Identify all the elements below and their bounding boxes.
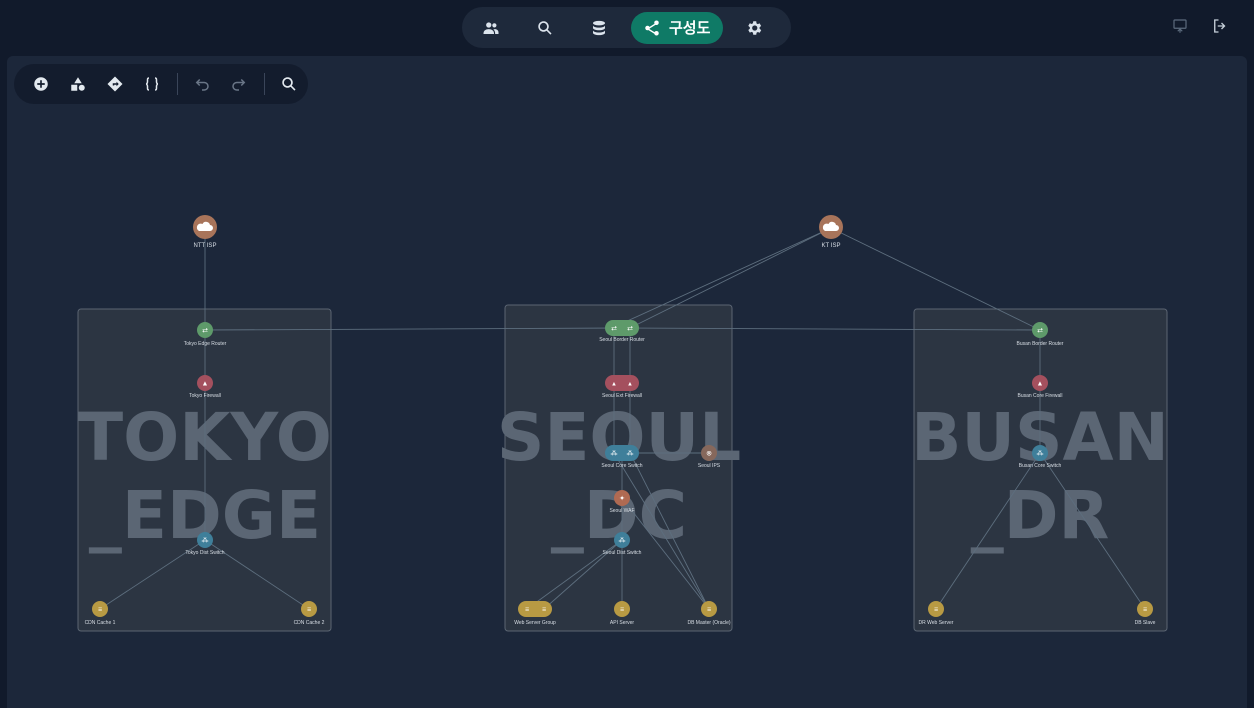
node-label: DB Master (Oracle) — [687, 620, 730, 626]
node-label: Seoul Core Switch — [601, 463, 642, 469]
node-label: DB Slave — [1135, 620, 1156, 626]
node-label: Seoul IPS — [698, 463, 721, 469]
firewall-icon: ▲ — [627, 382, 633, 388]
node-web-server-group[interactable]: ≡ ≡ Web Server Group — [514, 601, 556, 626]
firewall-icon: ▲ — [202, 381, 209, 388]
switch-icon: ⁂ — [611, 450, 618, 458]
node-label: Seoul Ext Firewall — [602, 393, 642, 399]
server-icon: ≡ — [98, 607, 102, 614]
node-label: Tokyo Firewall — [189, 393, 221, 399]
node-label: NTT ISP — [194, 243, 217, 249]
switch-icon: ⁂ — [619, 537, 626, 545]
firewall-icon: ▲ — [611, 382, 617, 388]
server-icon: ≡ — [620, 607, 624, 614]
server-icon: ≡ — [542, 607, 546, 614]
node-label: Web Server Group — [514, 620, 556, 626]
router-icon: ⇄ — [611, 326, 617, 333]
router-icon: ⇄ — [202, 328, 208, 335]
node-label: Busan Core Switch — [1019, 463, 1062, 469]
server-icon: ≡ — [707, 607, 711, 614]
firewall-icon: ▲ — [1037, 381, 1044, 388]
node-label: Seoul Dist Switch — [603, 550, 642, 556]
node-label: CDN Cache 2 — [294, 620, 325, 626]
topology-diagram[interactable]: TOKYO _EDGE SEOUL _DC BUSAN _DR NTT ISP … — [0, 0, 1254, 708]
node-label: Seoul WAF — [609, 508, 634, 514]
switch-icon: ⁂ — [627, 450, 634, 458]
node-label: Tokyo Edge Router — [184, 341, 227, 347]
server-icon: ≡ — [934, 607, 938, 614]
server-icon: ≡ — [525, 607, 529, 614]
node-label: DR Web Server — [919, 620, 954, 626]
switch-icon: ⁂ — [202, 537, 209, 545]
server-icon: ≡ — [307, 607, 311, 614]
group-label: _DR — [971, 477, 1110, 554]
waf-icon: ✦ — [619, 495, 625, 503]
node-ntt-isp[interactable]: NTT ISP — [193, 215, 217, 249]
node-label: Seoul Border Router — [599, 337, 645, 343]
node-label: KT ISP — [822, 243, 841, 249]
node-label: Tokyo Dist Switch — [185, 550, 224, 556]
router-icon: ⇄ — [1037, 328, 1043, 335]
node-label: API Server — [610, 620, 635, 626]
node-seoul-core-switch[interactable]: ⁂ ⁂ Seoul Core Switch — [601, 445, 643, 469]
node-label: CDN Cache 1 — [85, 620, 116, 626]
node-label: Busan Core Firewall — [1017, 393, 1062, 399]
node-seoul-ext-firewall[interactable]: ▲ ▲ Seoul Ext Firewall — [602, 375, 642, 399]
ips-icon: ⊗ — [706, 451, 712, 458]
node-kt-isp[interactable]: KT ISP — [819, 215, 843, 249]
router-icon: ⇄ — [627, 326, 633, 333]
server-icon: ≡ — [1143, 607, 1147, 614]
switch-icon: ⁂ — [1037, 450, 1044, 458]
node-label: Busan Border Router — [1017, 341, 1064, 347]
